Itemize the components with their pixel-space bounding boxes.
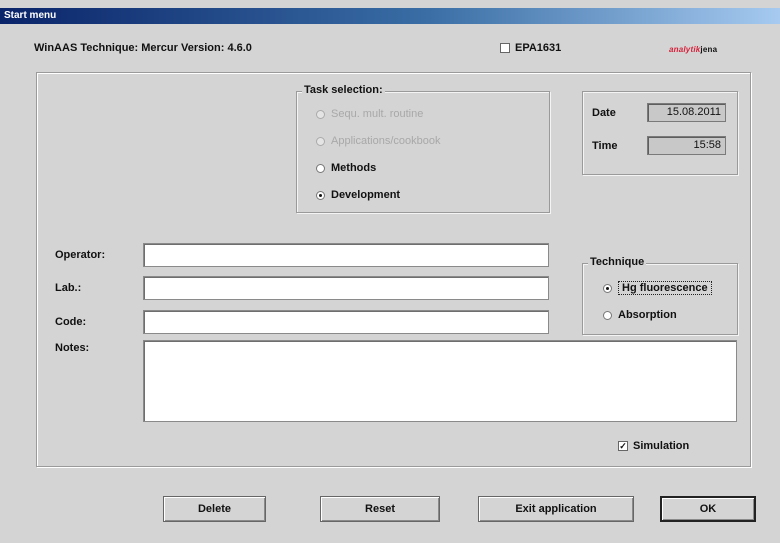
radio-dot-icon: [316, 163, 325, 173]
epa1631-checkbox[interactable]: EPA1631: [500, 42, 561, 54]
radio-label: Sequ. mult. routine: [331, 108, 424, 120]
notes-textarea[interactable]: [143, 340, 737, 422]
window-title: Start menu: [0, 8, 780, 24]
reset-button[interactable]: Reset: [320, 496, 440, 522]
check-mark-icon[interactable]: ✓: [618, 441, 628, 451]
logo-suffix: jena: [700, 45, 718, 54]
radio-dot-selected-icon: [603, 283, 612, 293]
technique-group: [582, 263, 738, 335]
ok-button[interactable]: OK: [660, 496, 756, 522]
delete-button[interactable]: Delete: [163, 496, 266, 522]
start-menu-window: Start menu WinAAS Technique: Mercur Vers…: [0, 0, 780, 543]
radio-label: Absorption: [618, 309, 677, 321]
radio-dot-icon: [316, 109, 325, 119]
code-label: Code:: [55, 316, 87, 328]
technique-title: Technique: [588, 256, 647, 268]
lab-input[interactable]: [143, 276, 549, 300]
time-label: Time: [592, 140, 618, 152]
app-version-info: WinAAS Technique: Mercur Version: 4.6.0: [34, 42, 252, 54]
operator-label: Operator:: [55, 249, 106, 261]
notes-label: Notes:: [55, 342, 90, 354]
task-selection-title: Task selection:: [302, 84, 385, 96]
logo-prefix: analytik: [669, 45, 701, 54]
epa1631-label: EPA1631: [515, 42, 562, 54]
radio-methods[interactable]: Methods: [316, 162, 376, 174]
date-value: 15.08.2011: [647, 103, 726, 122]
exit-application-button[interactable]: Exit application: [478, 496, 634, 522]
radio-absorption[interactable]: Absorption: [603, 309, 677, 321]
radio-label: Hg fluorescence: [618, 281, 712, 295]
lab-label: Lab.:: [55, 282, 82, 294]
radio-hg-fluorescence[interactable]: Hg fluorescence: [603, 281, 712, 295]
radio-label: Methods: [331, 162, 377, 174]
operator-input[interactable]: [143, 243, 549, 267]
analytik-jena-logo: analytikjena: [669, 45, 717, 54]
radio-label: Development: [331, 189, 401, 201]
time-value: 15:58: [647, 136, 726, 155]
radio-applications-cookbook[interactable]: Applications/cookbook: [316, 135, 440, 147]
date-label: Date: [592, 107, 616, 119]
simulation-label: Simulation: [633, 440, 690, 452]
radio-sequ-mult-routine[interactable]: Sequ. mult. routine: [316, 108, 423, 120]
simulation-checkbox[interactable]: ✓ Simulation: [618, 440, 689, 452]
code-input[interactable]: [143, 310, 549, 334]
radio-development[interactable]: Development: [316, 189, 400, 201]
epa1631-checkbox-box[interactable]: [500, 43, 510, 53]
radio-dot-icon: [603, 310, 612, 320]
radio-dot-icon: [316, 136, 325, 146]
radio-label: Applications/cookbook: [331, 135, 441, 147]
radio-dot-selected-icon: [316, 190, 325, 200]
